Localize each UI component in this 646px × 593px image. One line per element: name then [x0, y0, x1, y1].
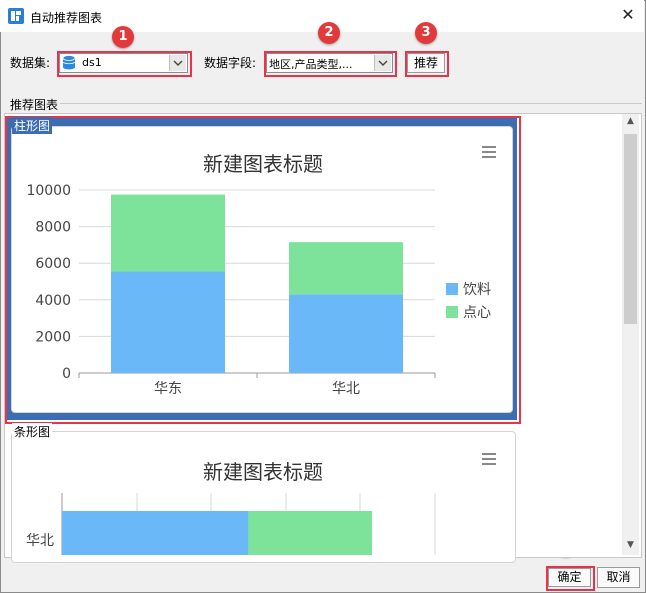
y-tick-label: 4000: [35, 293, 71, 309]
dataset-label: 数据集:: [10, 56, 51, 70]
legend-swatch: [446, 283, 458, 295]
dataset-select[interactable]: ds1: [59, 53, 188, 73]
window-title: 自动推荐图表: [30, 11, 103, 25]
bar-华东-点心[interactable]: [111, 194, 225, 272]
chart-title: 新建图表标题: [203, 152, 323, 176]
scroll-up-icon[interactable]: ▲: [622, 116, 639, 130]
app-icon: [8, 8, 24, 24]
ok-button[interactable]: 确定: [548, 568, 591, 587]
callout-3: 3: [415, 22, 437, 44]
legend-label: 点心: [463, 305, 491, 321]
x-tick-label: 华北: [332, 381, 360, 397]
section-label: 推荐图表: [10, 98, 59, 112]
column-chart: 新建图表标题 0 2000 4000 6000 8000 10000 华东 华北 饮料点心: [26, 152, 491, 397]
y-tick-label: 6000: [35, 256, 71, 272]
bar-华北-点心[interactable]: [248, 511, 372, 555]
fields-select[interactable]: 地区,产品类型,...: [266, 53, 393, 73]
fields-label: 数据字段:: [204, 56, 257, 70]
section-divider: [60, 103, 642, 104]
recommend-button[interactable]: 推荐: [407, 53, 445, 73]
bar-chart: 新建图表标题 华北: [26, 460, 436, 555]
y-tick-label: 0: [62, 366, 71, 382]
chart-title: 新建图表标题: [203, 460, 323, 484]
dataset-value: ds1: [82, 56, 102, 69]
scroll-down-icon[interactable]: ▼: [622, 540, 639, 554]
chevron-down-icon[interactable]: [374, 55, 391, 71]
callout-2: 2: [318, 22, 340, 44]
bar-华北-饮料[interactable]: [62, 511, 249, 555]
bar-华北-饮料[interactable]: [289, 294, 403, 373]
close-icon[interactable]: ✕: [616, 4, 640, 26]
bar-华东-饮料[interactable]: [111, 271, 225, 373]
y-tick-label: 8000: [35, 220, 71, 236]
bar-华北-点心[interactable]: [289, 242, 403, 295]
legend-swatch: [446, 306, 458, 318]
y-tick-label: 10000: [26, 183, 71, 199]
fields-value: 地区,产品类型,...: [269, 58, 353, 71]
x-tick-label: 华东: [154, 381, 182, 397]
callout-1: 1: [112, 26, 134, 48]
y-tick-label: 2000: [35, 329, 71, 345]
scrollbar-thumb[interactable]: [624, 134, 637, 324]
legend-label: 饮料: [463, 282, 491, 298]
y-tick-label: 华北: [26, 533, 54, 549]
chevron-down-icon[interactable]: [169, 55, 186, 71]
cancel-button[interactable]: 取消: [597, 567, 640, 588]
database-icon: [62, 55, 76, 70]
